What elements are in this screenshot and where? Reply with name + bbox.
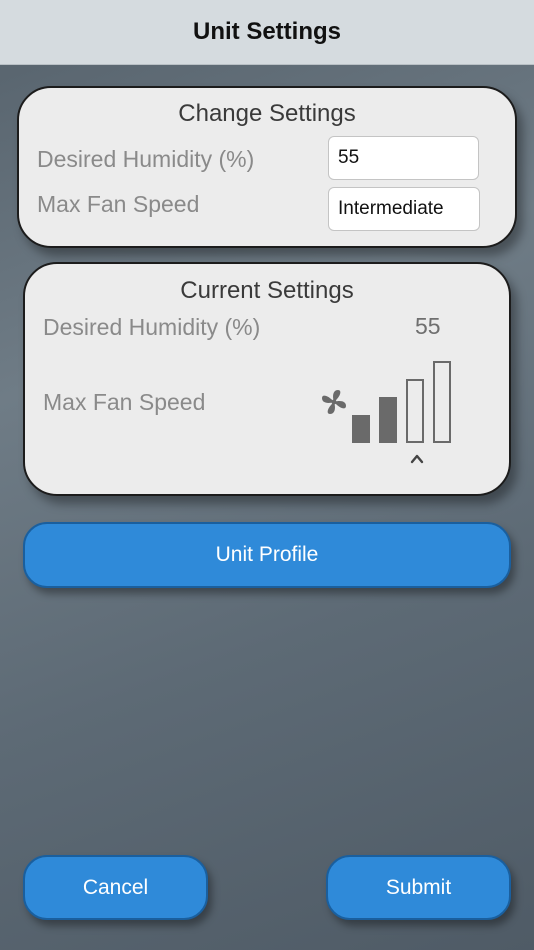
- change-settings-title: Change Settings: [178, 100, 356, 127]
- page-title: Unit Settings: [193, 18, 341, 45]
- submit-button[interactable]: Submit: [326, 855, 511, 920]
- current-humidity-value: 55: [415, 313, 441, 339]
- max-fan-speed-select[interactable]: Intermediate: [328, 187, 480, 231]
- fan-speed-bar-4: [433, 361, 451, 443]
- nav-bar: Unit Settings: [0, 0, 534, 65]
- current-settings-title: Current Settings: [180, 277, 354, 304]
- cancel-button[interactable]: Cancel: [23, 855, 208, 920]
- current-fan-speed-label: Max Fan Speed: [43, 389, 206, 415]
- caret-up-icon: [410, 454, 424, 464]
- fan-speed-bar-1: [352, 415, 370, 443]
- desired-humidity-label: Desired Humidity (%): [37, 146, 255, 172]
- fan-speed-bar-2: [379, 397, 397, 443]
- max-fan-speed-label: Max Fan Speed: [37, 191, 200, 217]
- fan-speed-bar-3: [406, 379, 424, 443]
- current-humidity-label: Desired Humidity (%): [43, 314, 261, 340]
- change-settings-card: Change Settings Desired Humidity (%) 55 …: [17, 86, 517, 248]
- fan-icon: [322, 390, 346, 414]
- unit-profile-button[interactable]: Unit Profile: [23, 522, 511, 588]
- desired-humidity-input[interactable]: 55: [328, 136, 479, 180]
